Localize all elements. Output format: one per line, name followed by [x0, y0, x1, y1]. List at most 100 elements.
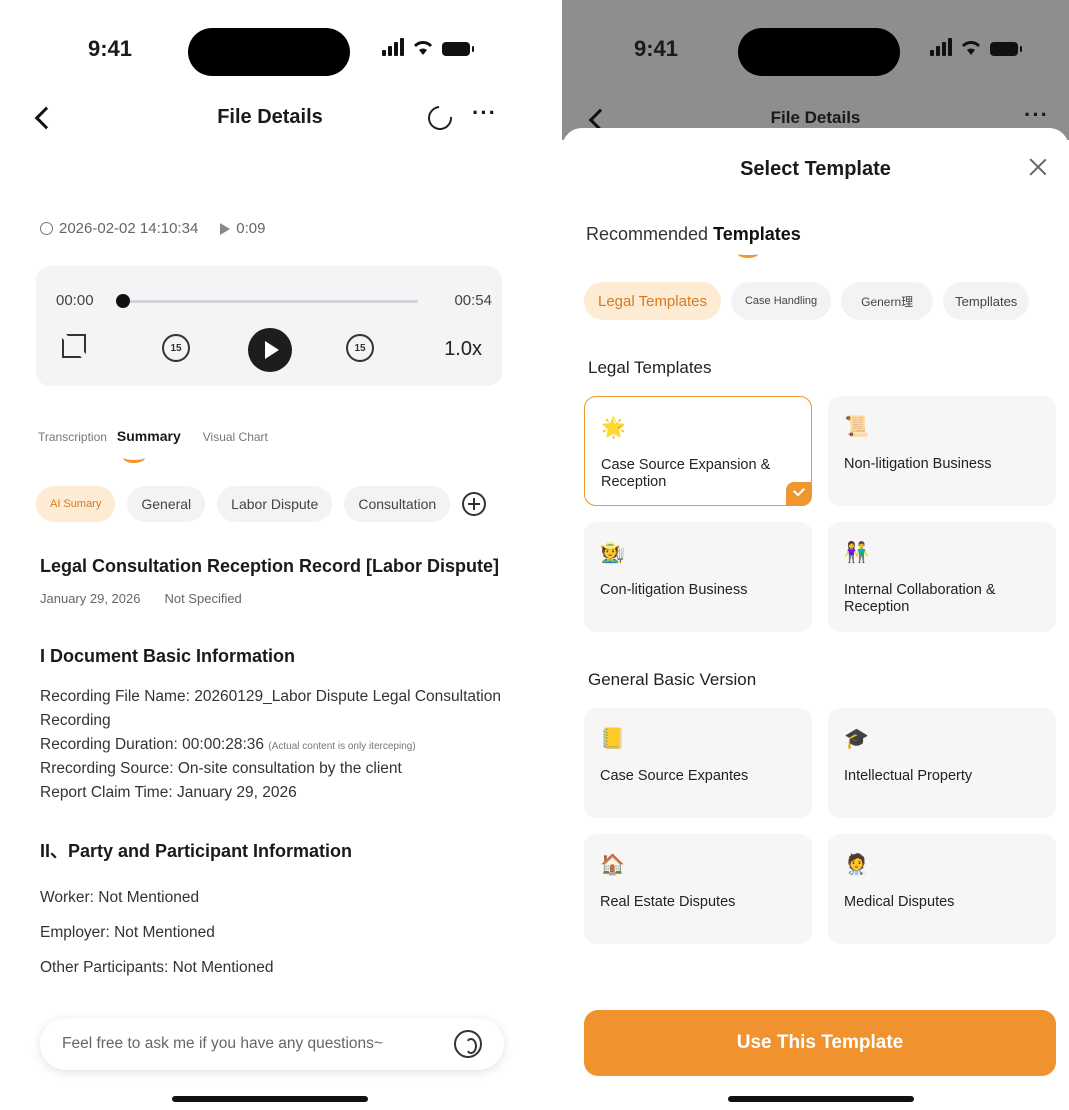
content-tabs: Transcription Summary Visual Chart [38, 428, 268, 463]
card-label: Internal Collaboration & Reception [844, 582, 996, 615]
card-label: Medical Disputes [844, 894, 955, 910]
total-time: 00:54 [454, 292, 492, 309]
more-icon[interactable]: ··· [472, 100, 497, 126]
status-bar: 9:41 [562, 0, 1069, 80]
recommended-underline [738, 250, 758, 258]
template-card-case-source-expantes[interactable]: 📒 Case Source Expantes [584, 708, 812, 818]
add-chip-icon[interactable] [462, 492, 487, 516]
signal-icon [382, 38, 404, 56]
system-icons [930, 38, 1022, 56]
scroll-icon: 📜 [844, 416, 869, 438]
graduation-cap-icon: 🎓 [844, 728, 869, 750]
doc-date: January 29, 2026 [40, 591, 141, 606]
chip-templates[interactable]: Templlates [943, 282, 1030, 320]
card-label: Real Estate Disputes [600, 894, 736, 910]
skip-forward-icon[interactable]: 15 [346, 334, 374, 362]
progress-knob[interactable] [116, 294, 130, 308]
card-label: Non-litigation Business [844, 456, 992, 472]
nav-header: File Details ··· [10, 100, 530, 144]
dynamic-island [738, 28, 900, 76]
template-card-non-litigation[interactable]: 📜 Non-litigation Business [828, 396, 1056, 506]
tab-transcription[interactable]: Transcription [38, 430, 107, 444]
card-label: Intellectual Property [844, 768, 973, 784]
duration-note: (Actual content is only iterceping) [268, 741, 416, 753]
template-category-chips: Legal Templates Case Handling Genern理 Te… [584, 282, 1030, 320]
section-party-title: II、Party and Participant Information [40, 841, 353, 862]
selected-check-icon [786, 482, 812, 506]
section-general-basic: General Basic Version [588, 670, 757, 689]
house-icon: 🏠 [600, 854, 625, 876]
doc-subtitle: January 29, 2026 Not Specified [40, 591, 520, 606]
card-label: Case Source Expansion & Reception [601, 457, 771, 490]
chip-general[interactable]: Genern理 [841, 282, 934, 320]
participants-line: Other Participants: Not Mentioned [40, 958, 274, 976]
chip-consultation[interactable]: Consultation [344, 486, 451, 522]
file-details-screen: 9:41 File Details ··· 2026-02-02 14:10:3… [10, 0, 530, 1110]
chip-legal-templates[interactable]: Legal Templates [584, 282, 721, 320]
battery-icon [990, 42, 1022, 56]
skip-back-icon[interactable]: 15 [162, 334, 190, 362]
section-basic-info-title: I Document Basic Information [40, 646, 296, 666]
use-template-button[interactable]: Use This Template [584, 1010, 1056, 1076]
close-icon[interactable] [1029, 158, 1047, 176]
duration-icon [220, 222, 231, 235]
sheet-title: Select Template [740, 158, 891, 180]
battery-icon [442, 42, 474, 56]
template-sheet: Select Template Recommended Templates Le… [562, 128, 1069, 1110]
card-label: Case Source Expantes [600, 768, 749, 784]
current-time: 00:00 [56, 292, 94, 309]
playback-speed[interactable]: 1.0x [444, 338, 482, 361]
crop-icon[interactable] [62, 334, 86, 358]
chip-labor-dispute[interactable]: Labor Dispute [217, 486, 333, 522]
home-indicator [172, 1096, 368, 1102]
summary-chips: AI Sumary General Labor Dispute Consulta… [36, 486, 487, 522]
dynamic-island [188, 28, 350, 76]
worker-line: Worker: Not Mentioned [40, 889, 200, 907]
people-icon: 👫 [844, 542, 869, 564]
sparkle-icon: 🌟 [601, 417, 626, 439]
claim-time-line: Report Claim Time: January 29, 2026 [40, 784, 297, 802]
tab-summary[interactable]: Summary [117, 428, 181, 463]
play-button[interactable] [248, 328, 292, 372]
tab-visual-chart[interactable]: Visual Chart [203, 430, 268, 444]
template-card-intellectual-property[interactable]: 🎓 Intellectual Property [828, 708, 1056, 818]
card-label: Con-litigation Business [600, 582, 748, 598]
page-title: File Details [770, 108, 861, 127]
audio-player: 00:00 00:54 15 15 1.0x [36, 266, 502, 386]
template-card-medical-disputes[interactable]: 🧑‍⚕️ Medical Disputes [828, 834, 1056, 944]
home-indicator [728, 1096, 914, 1102]
voice-icon[interactable] [454, 1030, 482, 1058]
file-name-line: Recording File Name: 20260129_Labor Disp… [40, 688, 501, 730]
signal-icon [930, 38, 952, 56]
template-card-real-estate[interactable]: 🏠 Real Estate Disputes [584, 834, 812, 944]
chip-general[interactable]: General [127, 486, 206, 522]
wifi-icon [961, 41, 981, 55]
duration-text: Recording Duration: 00:00:28:36 [40, 736, 265, 754]
doc-title: Legal Consultation Reception Record [Lab… [40, 556, 500, 576]
notebook-icon: 📒 [600, 728, 625, 750]
template-card-case-source-expansion[interactable]: 🌟 Case Source Expansion & Reception [584, 396, 812, 506]
section-legal-templates: Legal Templates [588, 358, 712, 377]
status-time: 9:41 [88, 36, 133, 61]
recording-duration: 0:09 [236, 220, 266, 237]
doc-specified: Not Specified [164, 591, 242, 606]
ask-input[interactable]: Feel free to ask me if you have any ques… [40, 1018, 504, 1070]
template-card-internal-collaboration[interactable]: 👫 Internal Collaboration & Reception [828, 522, 1056, 632]
recommended-bold: Templates [713, 224, 801, 244]
source-line: Rrecording Source: On-site consultation … [40, 760, 402, 778]
system-icons [382, 38, 474, 56]
summary-document: Legal Consultation Reception Record [Lab… [40, 556, 520, 986]
select-template-screen: 9:41 File Details ··· Select Template Re… [562, 0, 1069, 1110]
recording-meta: 2026-02-02 14:10:34 0:09 [40, 220, 266, 237]
clock-icon [40, 222, 53, 235]
progress-track[interactable] [122, 300, 418, 303]
duration-line: Recording Duration: 00:00:28:36 (Actual … [40, 733, 520, 757]
chip-case-handling[interactable]: Case Handling [730, 282, 832, 320]
template-card-con-litigation[interactable]: 🧑‍🌾 Con-litigation Business [584, 522, 812, 632]
more-icon[interactable]: ··· [1024, 102, 1049, 128]
ask-placeholder: Feel free to ask me if you have any ques… [62, 1035, 383, 1052]
recommended-label: Recommended Templates [586, 224, 801, 245]
chip-ai-summary[interactable]: AI Sumary [36, 486, 116, 522]
wifi-icon [413, 41, 433, 55]
recommended-prefix: Recommended [586, 224, 714, 244]
